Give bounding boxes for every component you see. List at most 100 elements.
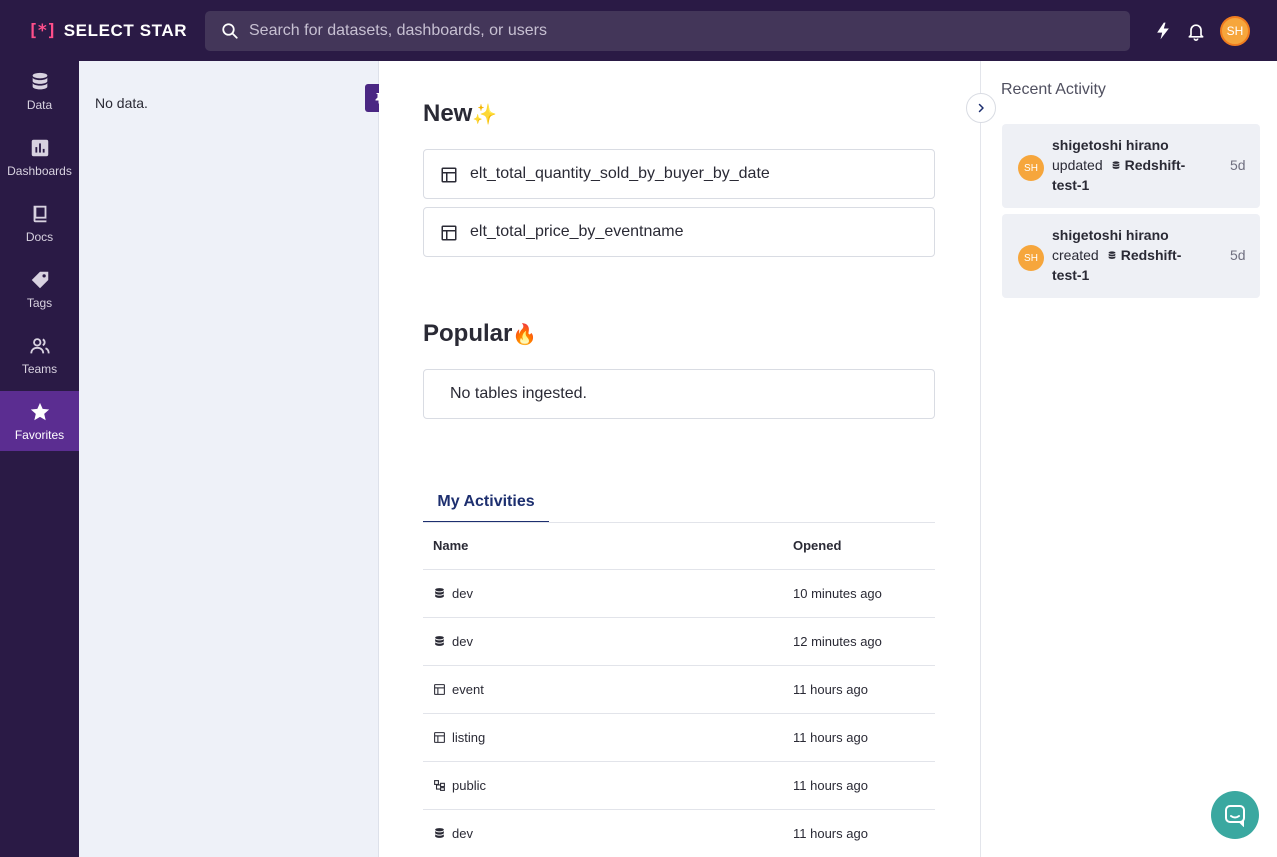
row-name-text: dev — [452, 826, 473, 841]
nav-label: Tags — [26, 296, 53, 310]
avatar[interactable]: SH — [1018, 155, 1044, 181]
table-row-opened: 11 hours ago — [793, 730, 868, 745]
nav-label: Teams — [21, 362, 58, 376]
table-row-name[interactable]: listing — [433, 730, 485, 745]
row-divider — [423, 569, 935, 570]
new-title-text: New — [423, 100, 473, 127]
nav-item-teams[interactable]: Teams — [0, 325, 79, 385]
column-header-name[interactable]: Name — [433, 538, 468, 553]
database-icon — [1112, 160, 1119, 169]
table-icon — [434, 732, 445, 743]
nav-item-data[interactable]: Data — [0, 61, 79, 121]
new-item-label: elt_total_quantity_sold_by_buyer_by_date — [470, 165, 770, 182]
search-bar[interactable] — [205, 11, 1130, 51]
top-bar: [*] SELECT STAR SH — [0, 0, 1277, 61]
popular-title-text: Popular — [423, 320, 513, 347]
recent-activity-title: Recent Activity — [1001, 81, 1106, 98]
book-icon — [33, 205, 46, 223]
nav-label: Data — [26, 98, 53, 112]
popular-empty-text: No tables ingested. — [450, 385, 587, 402]
recent-activity-panel: Recent Activity SH shigetoshi hirano upd… — [980, 61, 1277, 857]
nav-label: Docs — [25, 230, 54, 244]
row-divider — [423, 761, 935, 762]
search-input[interactable] — [249, 11, 1109, 51]
table-row-opened: 12 minutes ago — [793, 634, 882, 649]
table-icon — [441, 167, 457, 183]
collapse-panel-button[interactable] — [966, 93, 996, 123]
database-icon — [435, 588, 444, 598]
favorites-empty-text: No data. — [95, 95, 148, 111]
activity-object-link[interactable]: test-1 — [1052, 177, 1089, 193]
row-name-text: dev — [452, 634, 473, 649]
user-avatar[interactable]: SH — [1220, 16, 1250, 46]
schema-icon — [434, 780, 445, 791]
lightning-icon[interactable] — [1153, 20, 1173, 42]
main-content: New✨ elt_total_quantity_sold_by_buyer_by… — [379, 61, 980, 857]
table-icon — [434, 684, 445, 695]
favorites-panel: No data. — [79, 61, 393, 857]
tab-my-activities[interactable]: My Activities — [423, 483, 549, 523]
logo[interactable]: [*] SELECT STAR — [28, 18, 187, 44]
activity-object-link[interactable]: Redshift- — [1125, 157, 1186, 173]
database-icon — [435, 636, 444, 646]
table-icon — [441, 225, 457, 241]
table-row-opened: 10 minutes ago — [793, 586, 882, 601]
row-divider — [423, 713, 935, 714]
row-name-text: event — [452, 682, 484, 697]
row-name-text: dev — [452, 586, 473, 601]
nav-item-favorites[interactable]: Favorites — [0, 391, 79, 451]
popular-empty-card: No tables ingested. — [423, 369, 935, 419]
database-icon — [1108, 250, 1116, 259]
activity-object-link[interactable]: Redshift- — [1121, 247, 1182, 263]
sparkles-icon: ✨ — [472, 104, 498, 126]
row-divider — [423, 617, 935, 618]
chat-button[interactable] — [1211, 791, 1259, 839]
table-row-name[interactable]: dev — [433, 634, 473, 649]
new-item-card[interactable]: elt_total_quantity_sold_by_buyer_by_date — [423, 149, 935, 199]
activity-action: updated — [1052, 157, 1103, 173]
chat-icon — [1225, 805, 1245, 827]
new-section-title: New✨ — [423, 100, 497, 128]
activity-user[interactable]: shigetoshi hirano — [1052, 227, 1169, 243]
activity-time: 5d — [1230, 247, 1246, 263]
table-row-name[interactable]: public — [433, 778, 486, 793]
row-name-text: public — [452, 778, 486, 793]
tab-divider — [423, 522, 935, 523]
bar-chart-icon — [31, 139, 48, 157]
activity-object-link[interactable]: test-1 — [1052, 267, 1089, 283]
table-row-name[interactable]: event — [433, 682, 484, 697]
activity-line: updated Redshift- — [1052, 157, 1185, 173]
nav-label: Dashboards — [7, 164, 72, 178]
bell-icon[interactable] — [1186, 20, 1206, 42]
activity-time: 5d — [1230, 157, 1246, 173]
activity-action: created — [1052, 247, 1099, 263]
fire-icon: 🔥 — [512, 324, 538, 346]
avatar[interactable]: SH — [1018, 245, 1044, 271]
nav-item-tags[interactable]: Tags — [0, 259, 79, 319]
logo-text: SELECT STAR — [63, 21, 188, 40]
nav-item-dashboards[interactable]: Dashboards — [0, 127, 79, 187]
nav-item-docs[interactable]: Docs — [0, 193, 79, 253]
table-row-name[interactable]: dev — [433, 586, 473, 601]
chevron-right-icon — [978, 103, 984, 113]
users-icon — [29, 338, 50, 354]
activity-card[interactable]: SH shigetoshi hirano created Redshift- t… — [1002, 214, 1260, 298]
star-icon — [30, 402, 49, 421]
column-header-opened[interactable]: Opened — [793, 538, 841, 553]
tag-icon — [31, 271, 48, 289]
search-icon — [222, 23, 238, 39]
database-icon — [32, 72, 47, 90]
new-item-label: elt_total_price_by_eventname — [470, 223, 684, 240]
table-row-opened: 11 hours ago — [793, 826, 868, 841]
new-item-card[interactable]: elt_total_price_by_eventname — [423, 207, 935, 257]
activity-line: created Redshift- — [1052, 247, 1181, 263]
row-divider — [423, 809, 935, 810]
activity-user[interactable]: shigetoshi hirano — [1052, 137, 1169, 153]
database-icon — [435, 828, 444, 838]
nav-label: Favorites — [14, 428, 65, 442]
popular-section-title: Popular🔥 — [423, 320, 537, 348]
row-name-text: listing — [452, 730, 486, 745]
activity-card[interactable]: SH shigetoshi hirano updated Redshift- t… — [1002, 124, 1260, 208]
table-row-name[interactable]: dev — [433, 826, 473, 841]
table-row-opened: 11 hours ago — [793, 778, 868, 793]
